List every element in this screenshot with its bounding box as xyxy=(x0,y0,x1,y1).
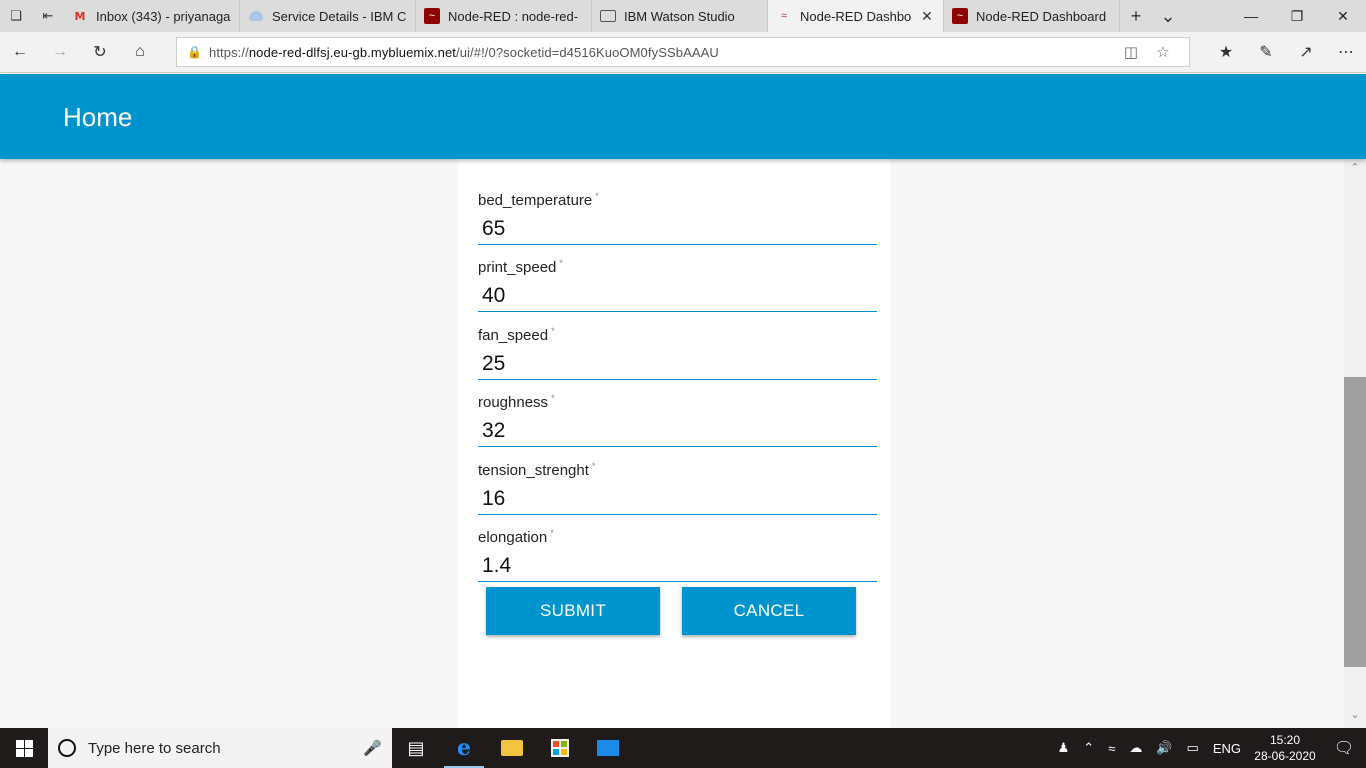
clock[interactable]: 15:20 28-06-2020 xyxy=(1248,732,1322,764)
restore-icon[interactable]: ❐ xyxy=(1274,0,1320,32)
window-controls: — ❐ ✕ xyxy=(1228,0,1366,32)
battery-icon[interactable]: ▭ xyxy=(1180,740,1206,756)
page-scrollbar[interactable]: ⌃ ⌄ xyxy=(1344,159,1366,728)
tension-strenght-input[interactable]: 16 xyxy=(478,485,877,515)
tab-node-red-dashboard-active[interactable]: ≈ Node-RED Dashbo ✕ xyxy=(768,0,944,32)
tab-inbox[interactable]: M Inbox (343) - priyanaga xyxy=(64,0,240,32)
url-text: https://node-red-dlfsj.eu-gb.mybluemix.n… xyxy=(209,44,719,60)
people-icon[interactable]: ♟ xyxy=(1051,740,1077,756)
volume-icon[interactable]: 🔊 xyxy=(1149,740,1179,756)
roughness-input[interactable]: 32 xyxy=(478,417,877,447)
elongation-input[interactable]: 1.4 xyxy=(478,552,877,582)
dashboard-content: 225 bed_temperature* 65 print_speed* 40 … xyxy=(0,159,1344,728)
field-label: fan_speed * xyxy=(478,326,555,344)
onedrive-cloud-icon[interactable]: ☁ xyxy=(1122,740,1149,756)
wifi-icon[interactable]: ≈ xyxy=(1101,741,1122,756)
watson-studio-icon xyxy=(600,10,616,22)
dashboard-header: Home xyxy=(0,74,1366,159)
tab-title: Inbox (343) - priyanaga xyxy=(96,8,231,24)
search-placeholder: Type here to search xyxy=(88,739,221,757)
tab-node-red-editor[interactable]: ~ Node-RED : node-red- xyxy=(416,0,592,32)
browser-toolbar: ← → ↻ ⌂ 🔒 https://node-red-dlfsj.eu-gb.m… xyxy=(0,32,1366,73)
browser-actions: ★ ✎ ↗ ⋯ xyxy=(1206,36,1366,68)
refresh-icon[interactable]: ↻ xyxy=(80,36,120,68)
tab-title: Service Details - IBM Cl xyxy=(272,8,407,24)
home-icon[interactable]: ⌂ xyxy=(120,36,160,68)
field-label: tension_strenght * xyxy=(478,461,596,479)
back-icon[interactable]: ← xyxy=(0,36,40,68)
set-tabs-aside-icon[interactable]: ⇤ xyxy=(32,0,64,32)
field-elongation: elongation * 1.4 xyxy=(478,528,877,582)
share-icon[interactable]: ↗ xyxy=(1286,36,1326,68)
language-indicator[interactable]: ENG xyxy=(1206,741,1248,756)
field-label: print_speed * xyxy=(478,258,563,276)
show-hidden-icons-chevron-icon[interactable]: ⌃ xyxy=(1076,740,1101,756)
tab-list-chevron-icon[interactable]: ⌄ xyxy=(1152,0,1184,32)
print-speed-input[interactable]: 40 xyxy=(478,282,877,312)
field-bed-temperature: bed_temperature * 65 xyxy=(478,191,877,245)
field-fan-speed: fan_speed * 25 xyxy=(478,326,877,380)
clock-time: 15:20 xyxy=(1269,733,1301,747)
tab-title: Node-RED Dashbo xyxy=(800,8,912,24)
tab-title: Node-RED Dashboard xyxy=(976,8,1107,24)
form-card: 225 bed_temperature* 65 print_speed* 40 … xyxy=(458,159,890,728)
minimize-icon[interactable]: — xyxy=(1228,0,1274,32)
node-red-icon: ≈ xyxy=(780,10,788,22)
scroll-up-icon[interactable]: ⌃ xyxy=(1344,161,1366,179)
field-roughness: roughness * 32 xyxy=(478,393,877,447)
favorite-star-icon[interactable]: ☆ xyxy=(1147,43,1179,61)
reading-view-icon[interactable]: ◫ xyxy=(1115,43,1147,61)
new-tab-button[interactable]: + xyxy=(1120,0,1152,32)
ibm-cloud-icon xyxy=(248,8,264,24)
node-red-icon: ~ xyxy=(952,8,968,24)
system-tray: ♟ ⌃ ≈ ☁ 🔊 ▭ ENG 15:20 28-06-2020 🗨 xyxy=(1051,728,1366,768)
mail-icon[interactable] xyxy=(584,728,632,768)
gmail-icon: M xyxy=(74,9,86,23)
tab-title: Node-RED : node-red- xyxy=(448,8,579,24)
field-label: roughness * xyxy=(478,393,555,411)
field-tension-strenght: tension_strenght * 16 xyxy=(478,461,877,515)
browser-tab-strip: ❏ ⇤ M Inbox (343) - priyanaga Service De… xyxy=(0,0,1366,32)
notifications-icon[interactable]: 🗨 xyxy=(1322,738,1366,758)
page-title: Home xyxy=(63,102,133,132)
task-view-icon[interactable]: ▤ xyxy=(392,728,440,768)
forward-icon[interactable]: → xyxy=(40,36,80,68)
tab-watson-studio[interactable]: IBM Watson Studio xyxy=(592,0,768,32)
lock-icon: 🔒 xyxy=(187,45,202,59)
tab-title: IBM Watson Studio xyxy=(624,8,735,24)
edge-icon[interactable]: e xyxy=(440,728,488,768)
taskbar: Type here to search 🎤 ▤ e ♟ ⌃ ≈ ☁ 🔊 ▭ EN… xyxy=(0,728,1366,768)
scrollbar-thumb[interactable] xyxy=(1344,377,1366,667)
tab-actions-icon[interactable]: ❏ xyxy=(0,0,32,32)
bed-temperature-input[interactable]: 65 xyxy=(478,215,877,245)
windows-start-icon[interactable] xyxy=(0,728,48,768)
file-explorer-icon[interactable] xyxy=(488,728,536,768)
address-bar[interactable]: 🔒 https://node-red-dlfsj.eu-gb.mybluemix… xyxy=(176,37,1190,67)
field-label: bed_temperature * xyxy=(478,191,599,209)
submit-button[interactable]: SUBMIT xyxy=(486,587,660,635)
tab-service-details[interactable]: Service Details - IBM Cl xyxy=(240,0,416,32)
more-icon[interactable]: ⋯ xyxy=(1326,36,1366,68)
taskbar-search[interactable]: Type here to search 🎤 xyxy=(48,728,392,768)
field-label: elongation * xyxy=(478,528,554,546)
store-icon[interactable] xyxy=(536,728,584,768)
close-tab-icon[interactable]: ✕ xyxy=(919,8,935,25)
fan-speed-input[interactable]: 25 xyxy=(478,350,877,380)
close-window-icon[interactable]: ✕ xyxy=(1320,0,1366,32)
favorites-icon[interactable]: ★ xyxy=(1206,36,1246,68)
microphone-icon[interactable]: 🎤 xyxy=(363,739,382,757)
tab-node-red-dashboard[interactable]: ~ Node-RED Dashboard xyxy=(944,0,1120,32)
cancel-button[interactable]: CANCEL xyxy=(682,587,856,635)
pen-icon[interactable]: ✎ xyxy=(1246,36,1286,68)
field-print-speed: print_speed * 40 xyxy=(478,258,877,312)
node-red-icon: ~ xyxy=(424,8,440,24)
cortana-icon xyxy=(58,739,76,757)
clock-date: 28-06-2020 xyxy=(1254,749,1316,763)
scroll-down-icon[interactable]: ⌄ xyxy=(1344,708,1366,726)
